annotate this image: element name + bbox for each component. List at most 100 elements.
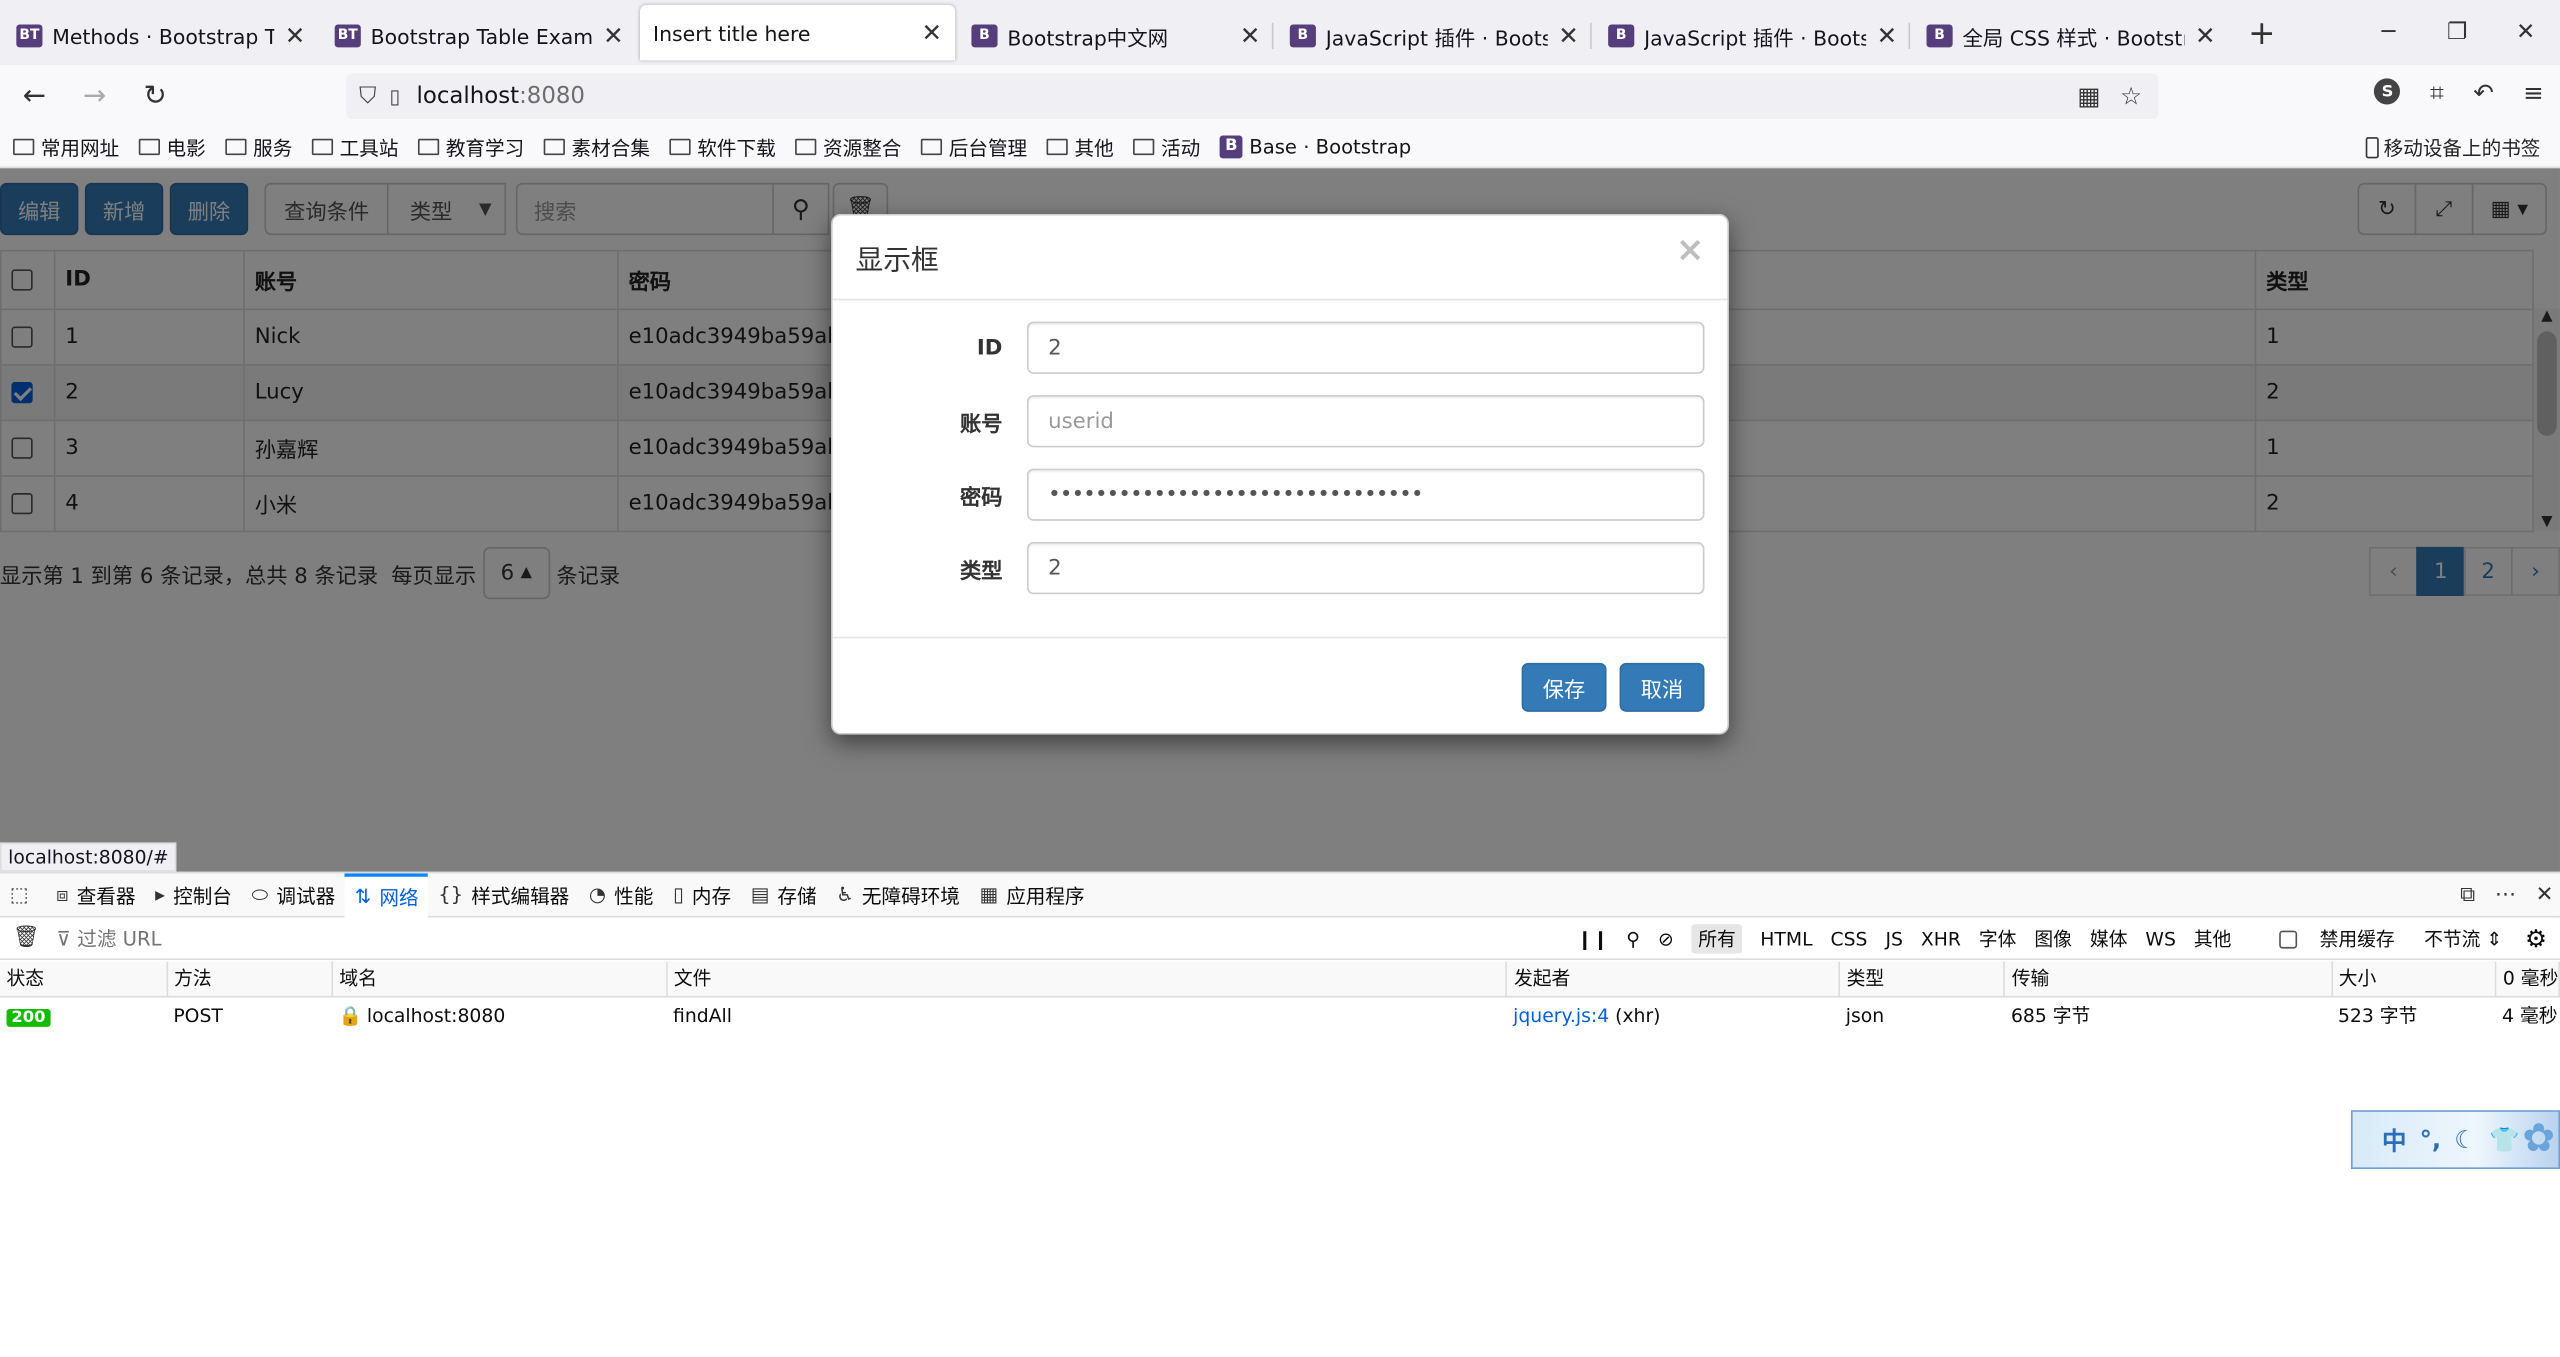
save-button[interactable]: 保存	[1521, 662, 1607, 712]
bookmark-folder[interactable]: 资源整合	[795, 133, 901, 161]
block-icon[interactable]: ⊘	[1658, 927, 1674, 950]
undo-icon[interactable]: ↶	[2473, 78, 2494, 107]
filter-html[interactable]: HTML	[1760, 927, 1812, 950]
col-transferred[interactable]: 传输	[2004, 961, 2333, 997]
browser-tab[interactable]: BT Methods · Bootstrap Table ✕	[3, 7, 318, 66]
col-method[interactable]: 方法	[166, 961, 333, 997]
type-field[interactable]: 2	[1026, 542, 1705, 595]
devtools-tab-inspector[interactable]: ⧈ 查看器	[46, 873, 145, 917]
devtools-tab-style-editor[interactable]: {} 样式编辑器	[428, 873, 579, 917]
filter-js[interactable]: JS	[1885, 927, 1902, 950]
extension-s-icon[interactable]: S	[2374, 78, 2401, 105]
crop-icon[interactable]: ⌗	[2430, 78, 2444, 107]
dock-icon[interactable]: ⧉	[2460, 883, 2475, 907]
close-icon[interactable]: ×	[1676, 230, 1705, 269]
devtools-tab-application[interactable]: ▦ 应用程序	[970, 873, 1095, 917]
mobile-bookmarks[interactable]: 移动设备上的书签	[2365, 134, 2540, 162]
folder-icon	[13, 138, 35, 156]
shield-icon[interactable]: ⛉	[359, 83, 376, 109]
throttle-select[interactable]: 不节流 ⇕	[2424, 926, 2502, 952]
address-bar[interactable]: ⛉ ▯ localhost:8080 ▦ ☆	[346, 73, 2159, 120]
close-tab-icon[interactable]: ✕	[1558, 21, 1579, 50]
col-timeline[interactable]: 0 毫秒	[2495, 961, 2560, 997]
password-field[interactable]: ••••••••••••••••••••••••••••••••	[1026, 468, 1705, 521]
bookmark-folder[interactable]: 服务	[225, 133, 292, 161]
col-type[interactable]: 类型	[1839, 961, 2006, 997]
filter-media[interactable]: 媒体	[2090, 926, 2128, 952]
id-field[interactable]: 2	[1026, 321, 1705, 374]
filter-fonts[interactable]: 字体	[1979, 926, 2017, 952]
filter-xhr[interactable]: XHR	[1921, 927, 1961, 950]
close-tab-icon[interactable]: ✕	[285, 21, 306, 50]
pause-icon[interactable]: ❙❙	[1577, 927, 1608, 950]
browser-tab[interactable]: B JavaScript 插件 · Bootstrap v3 ✕	[1277, 7, 1592, 66]
close-tab-icon[interactable]: ✕	[603, 21, 624, 50]
col-status[interactable]: 状态	[0, 961, 168, 997]
close-tab-icon[interactable]: ✕	[1240, 21, 1261, 50]
col-size[interactable]: 大小	[2331, 961, 2497, 997]
settings-gear-icon[interactable]: ⚙	[2525, 924, 2547, 953]
col-initiator[interactable]: 发起者	[1506, 961, 1841, 997]
col-file[interactable]: 文件	[666, 961, 1508, 997]
browser-tab[interactable]: B JavaScript 插件 · Bootstrap v3 ✕	[1595, 7, 1911, 66]
ime-punct-icon[interactable]: °,	[2420, 1125, 2442, 1154]
ime-skin-icon[interactable]: 👕	[2489, 1125, 2520, 1154]
network-request-row[interactable]: 200 POST 🔒 localhost:8080 findAll jquery.…	[0, 996, 2559, 1034]
cancel-button[interactable]: 取消	[1619, 662, 1705, 712]
devtools-tab-network[interactable]: ⇅ 网络	[344, 872, 429, 917]
devtools-tab-debugger[interactable]: ⬭ 调试器	[242, 873, 345, 917]
filter-all[interactable]: 所有	[1691, 924, 1743, 954]
devtools-tab-accessibility[interactable]: ♿ 无障碍环境	[826, 873, 969, 917]
bookmark-folder[interactable]: 后台管理	[921, 133, 1027, 161]
close-tab-icon[interactable]: ✕	[1877, 21, 1898, 50]
bookmark-folder[interactable]: 其他	[1046, 133, 1114, 161]
more-options-icon[interactable]: ⋯	[2495, 883, 2516, 907]
filter-ws[interactable]: WS	[2145, 927, 2175, 950]
col-domain[interactable]: 域名	[332, 961, 668, 997]
bookmark-folder[interactable]: 工具站	[311, 133, 398, 161]
transferred-cell: 685 字节	[2010, 1003, 2091, 1027]
ime-toolbar[interactable]: 中 °, ☾ 👕 ✿	[2351, 1110, 2560, 1169]
reload-icon[interactable]: ↻	[129, 80, 181, 113]
filter-css[interactable]: CSS	[1831, 927, 1868, 950]
devtools-tab-console[interactable]: ▸ 控制台	[145, 873, 241, 917]
filter-other[interactable]: 其他	[2194, 926, 2232, 952]
search-icon[interactable]: ⚲	[1626, 927, 1640, 950]
ime-moon-icon[interactable]: ☾	[2454, 1125, 2476, 1154]
browser-tab[interactable]: B Bootstrap中文网 ✕	[958, 7, 1274, 66]
bookmark-folder[interactable]: 电影	[138, 133, 206, 161]
browser-tab-active[interactable]: Insert title here ✕	[639, 4, 956, 61]
bookmark-folder[interactable]: 活动	[1133, 133, 1200, 161]
new-tab-icon[interactable]: +	[2248, 13, 2275, 52]
close-window-icon[interactable]: ✕	[2491, 20, 2560, 46]
bookmark-folder[interactable]: 常用网址	[13, 133, 119, 161]
filter-url-input[interactable]: 过滤 URL	[77, 924, 161, 952]
devtools-tab-memory[interactable]: ▯ 内存	[663, 873, 741, 917]
bookmark-site[interactable]: B Base · Bootstrap	[1219, 135, 1411, 159]
devtools-tab-performance[interactable]: ◔ 性能	[579, 873, 663, 917]
minimize-icon[interactable]: ─	[2354, 20, 2423, 46]
initiator-link[interactable]: jquery.js:4	[1513, 1004, 1609, 1027]
disable-cache-checkbox[interactable]	[2278, 930, 2297, 949]
browser-tab[interactable]: B 全局 CSS 样式 · Bootstrap v3 ✕	[1913, 7, 2228, 66]
account-field[interactable]: userid	[1026, 395, 1705, 448]
bookmark-star-icon[interactable]: ☆	[2120, 82, 2142, 111]
forward-icon[interactable]: →	[69, 80, 121, 113]
browser-tab[interactable]: BT Bootstrap Table Examples ✕	[322, 7, 637, 66]
filter-images[interactable]: 图像	[2034, 926, 2072, 952]
qr-code-icon[interactable]: ▦	[2077, 82, 2100, 111]
close-tab-icon[interactable]: ✕	[2195, 21, 2216, 50]
restore-icon[interactable]: ❐	[2423, 20, 2492, 46]
clear-requests-icon[interactable]: 🗑	[13, 926, 40, 950]
bookmark-folder[interactable]: 教育学习	[418, 133, 524, 161]
close-devtools-icon[interactable]: ✕	[2536, 883, 2554, 907]
disable-cache-toggle[interactable]: 禁用缓存	[2261, 926, 2395, 952]
back-icon[interactable]: ←	[8, 80, 60, 113]
ime-mode-label[interactable]: 中	[2382, 1122, 2407, 1156]
close-tab-icon[interactable]: ✕	[922, 18, 943, 47]
menu-icon[interactable]: ≡	[2523, 78, 2544, 107]
bookmark-folder[interactable]: 软件下载	[669, 133, 776, 161]
bookmark-folder[interactable]: 素材合集	[543, 133, 650, 161]
element-picker-button[interactable]: ⬚	[0, 873, 46, 917]
devtools-tab-storage[interactable]: ▤ 存储	[741, 873, 826, 917]
